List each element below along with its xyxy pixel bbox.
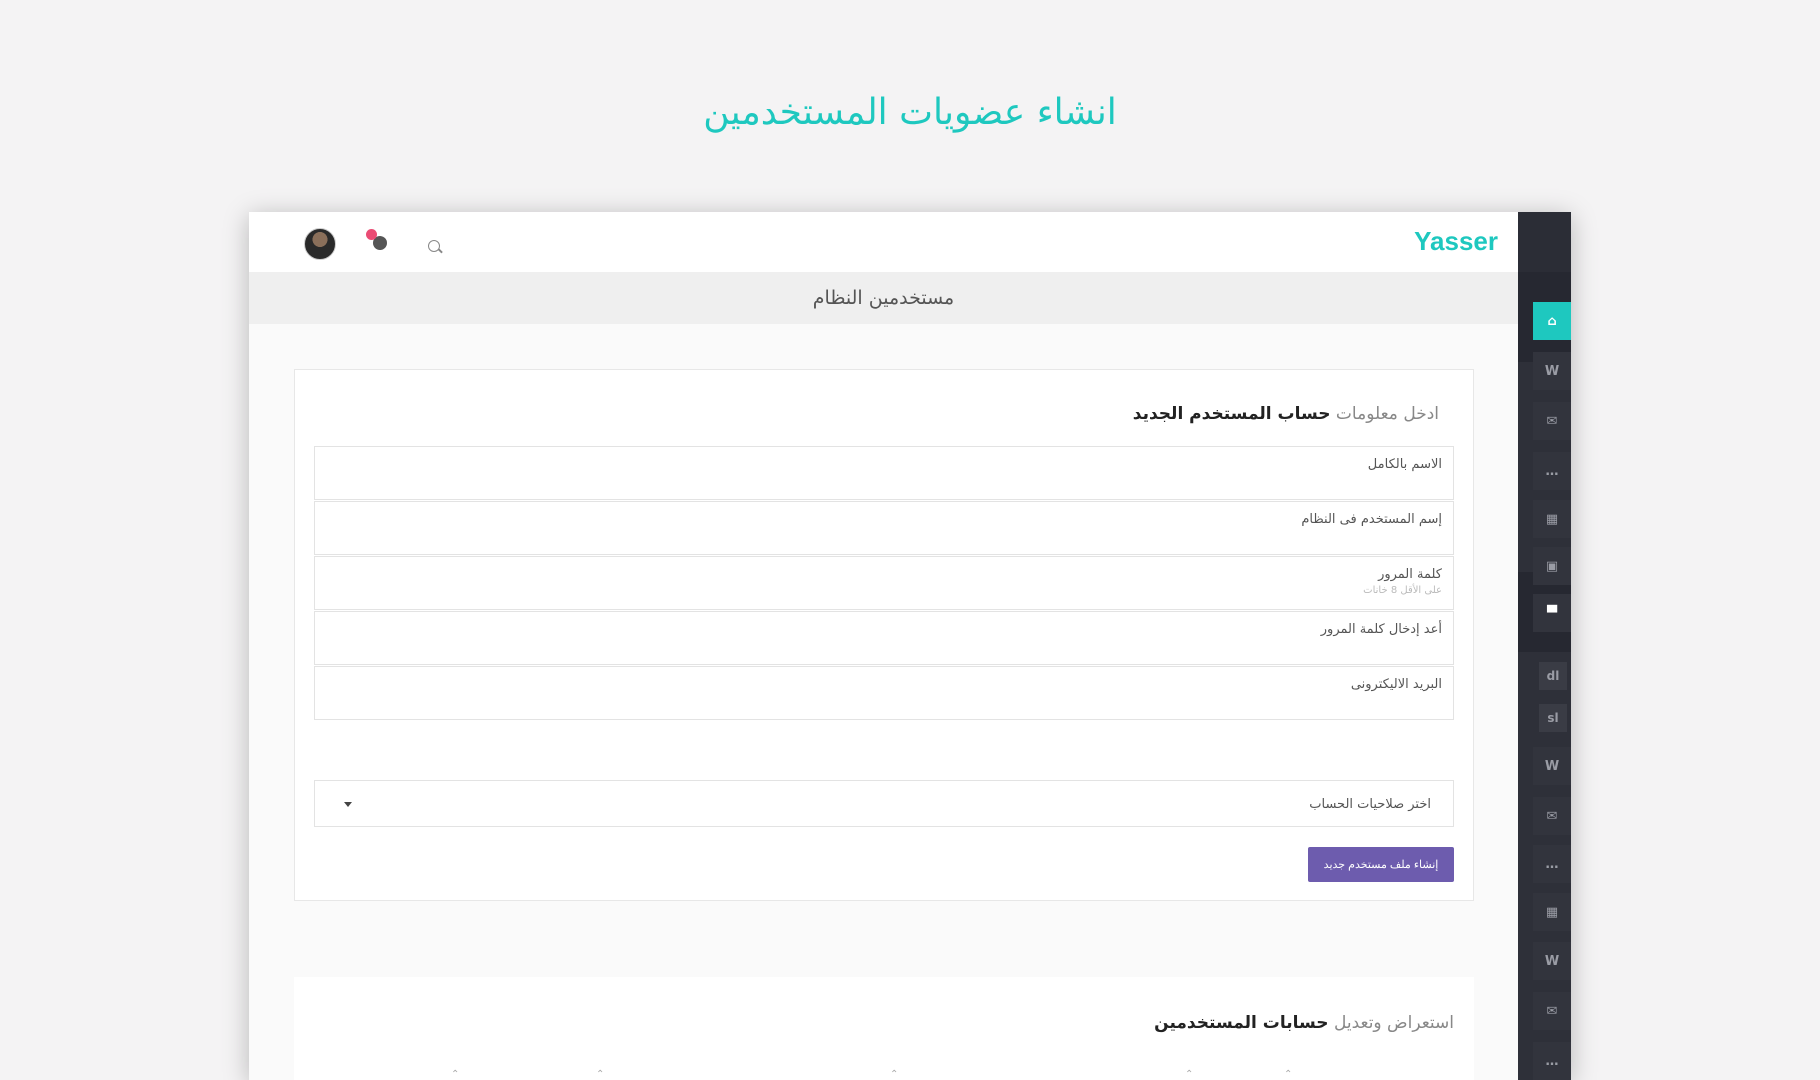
calendar-icon[interactable]: ▦ <box>1533 893 1571 931</box>
w-icon[interactable]: W <box>1533 352 1571 390</box>
chat-icon[interactable]: … <box>1533 1042 1571 1080</box>
chat-icon[interactable]: … <box>1533 845 1571 883</box>
password-field[interactable]: كلمة المرور على الأقل 8 خانات <box>314 556 1454 610</box>
users-list-title: استعراض وتعديل حسابات المستخدمين <box>1154 1013 1454 1033</box>
password-input[interactable] <box>325 588 1375 603</box>
form-title-prefix: ادخل معلومات <box>1335 404 1439 424</box>
sl-icon[interactable]: sl <box>1539 704 1567 732</box>
page-heading: انشاء عضويات المستخدمين <box>703 92 1117 133</box>
app-window: Yasser مستخدمين النظام ادخل معلومات حساب… <box>249 212 1571 1080</box>
top-bar: Yasser <box>249 212 1518 272</box>
confirm-password-field[interactable]: أعد إدخال كلمة المرور <box>314 611 1454 665</box>
sort-icon[interactable]: ⌃ <box>890 1069 898 1080</box>
fullname-label: الاسم بالكامل <box>1367 457 1442 472</box>
notification-dot <box>366 229 377 240</box>
username-input[interactable] <box>325 533 1375 548</box>
search-icon[interactable] <box>428 240 440 252</box>
username-field[interactable]: إسم المستخدم فى النظام <box>314 501 1454 555</box>
password-label: كلمة المرور <box>1378 567 1442 582</box>
home-icon[interactable]: ⌂ <box>1533 302 1571 340</box>
form-title: ادخل معلومات حساب المستخدم الجديد <box>1133 404 1439 424</box>
email-field[interactable]: البريد الاليكترونى <box>314 666 1454 720</box>
layout-icon[interactable]: ▀ <box>1533 594 1571 632</box>
sort-icon[interactable]: ⌃ <box>1284 1069 1292 1080</box>
permissions-label: اختر صلاحيات الحساب <box>1309 797 1431 812</box>
sort-icon[interactable]: ⌃ <box>1185 1069 1193 1080</box>
fullname-field[interactable]: الاسم بالكامل <box>314 446 1454 500</box>
chevron-down-icon <box>344 802 352 807</box>
confirm-password-input[interactable] <box>325 643 1375 658</box>
w-icon[interactable]: W <box>1533 747 1571 785</box>
confirm-password-label: أعد إدخال كلمة المرور <box>1320 622 1442 637</box>
chat-icon[interactable]: … <box>1533 452 1571 490</box>
users-list-title-prefix: استعراض وتعديل <box>1333 1013 1454 1033</box>
user-avatar[interactable] <box>304 228 336 260</box>
users-list-section: استعراض وتعديل حسابات المستخدمين ⌃ ⌃ ⌃ ⌃… <box>294 977 1474 1080</box>
sidebar-header <box>1518 212 1571 272</box>
mail-icon[interactable]: ✉ <box>1533 797 1571 835</box>
sort-icon[interactable]: ⌃ <box>596 1069 604 1080</box>
mail-icon[interactable]: ✉ <box>1533 992 1571 1030</box>
mail-icon[interactable]: ✉ <box>1533 402 1571 440</box>
users-list-title-bold: حسابات المستخدمين <box>1154 1013 1329 1033</box>
sidebar: ⌂ W ✉ … ▦ ▣ ▀ dl sl W ✉ … ▦ W ✉ … <box>1518 212 1571 1080</box>
new-user-form: ادخل معلومات حساب المستخدم الجديد الاسم … <box>294 369 1474 901</box>
permissions-select[interactable]: اختر صلاحيات الحساب <box>314 780 1454 827</box>
brand-logo[interactable]: Yasser <box>1414 226 1498 257</box>
page-subtitle: مستخدمين النظام <box>249 272 1518 324</box>
fullname-input[interactable] <box>325 478 1375 493</box>
form-title-bold: حساب المستخدم الجديد <box>1132 404 1331 424</box>
email-input[interactable] <box>325 698 1375 713</box>
calendar-icon[interactable]: ▦ <box>1533 500 1571 538</box>
create-user-button[interactable]: إنشاء ملف مستخدم جديد <box>1308 847 1454 882</box>
username-label: إسم المستخدم فى النظام <box>1301 512 1442 527</box>
w-icon[interactable]: W <box>1533 942 1571 980</box>
email-label: البريد الاليكترونى <box>1350 677 1442 692</box>
media-icon[interactable]: ▣ <box>1533 547 1571 585</box>
sort-icon[interactable]: ⌃ <box>451 1069 459 1080</box>
dl-icon[interactable]: dl <box>1539 662 1567 690</box>
